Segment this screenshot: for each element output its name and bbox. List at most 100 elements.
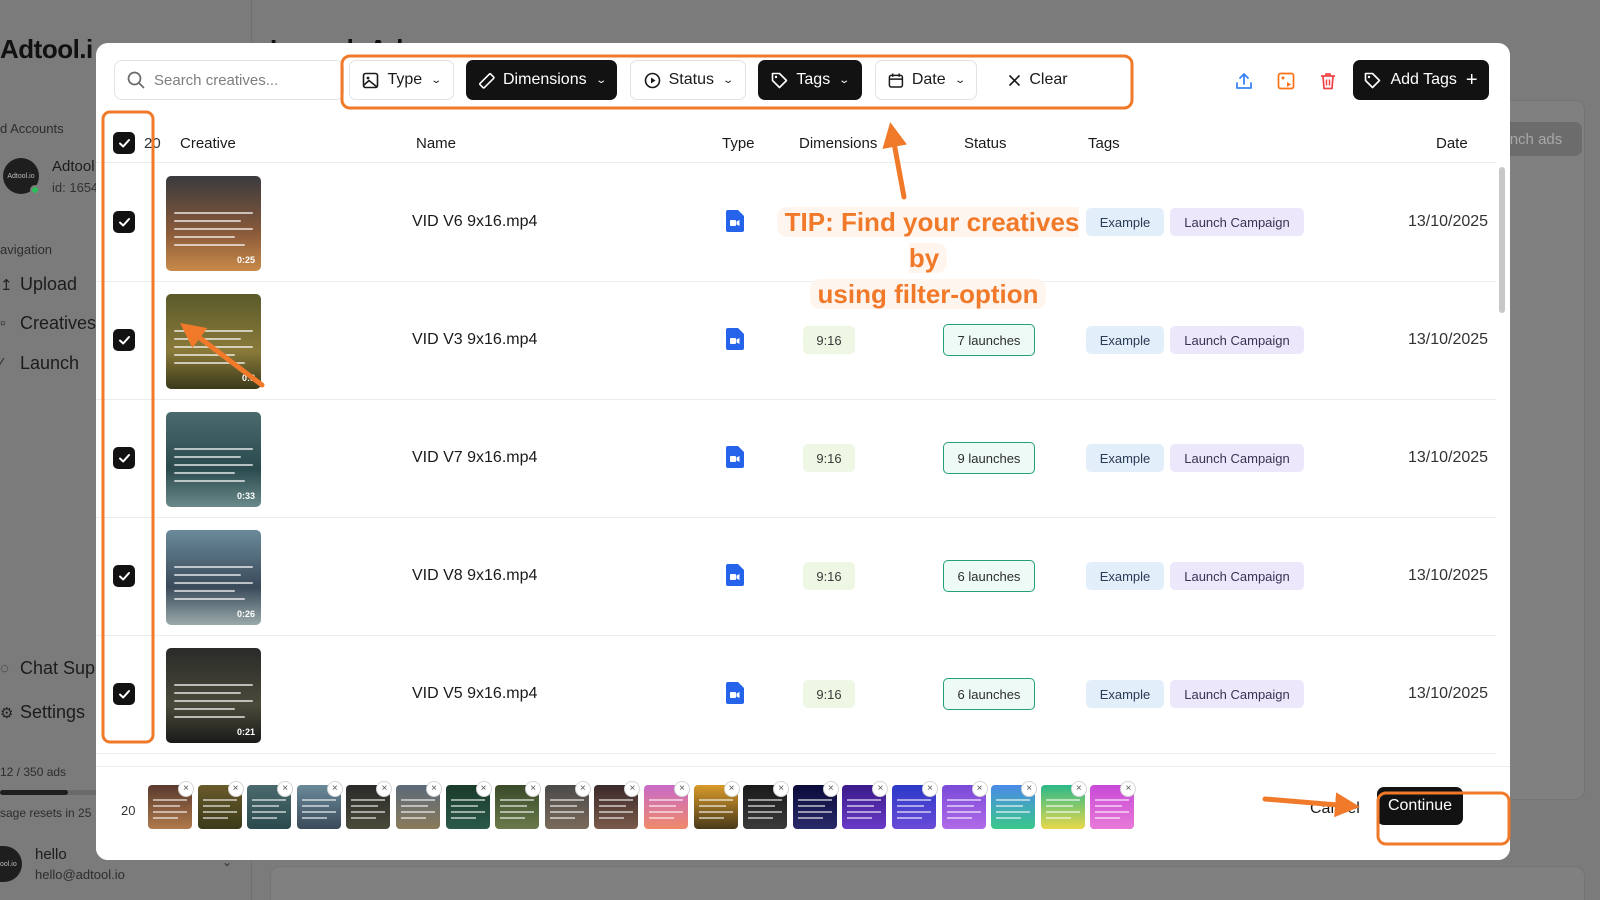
dimension-badge: 9:16 <box>803 444 855 472</box>
usage-reset-text: sage resets in 25 <box>0 806 92 820</box>
thumbnail-text-line <box>301 799 336 801</box>
filter-type-button[interactable]: Type ⌄ <box>349 60 454 100</box>
tag-badge[interactable]: Launch Campaign <box>1170 326 1304 354</box>
thumbnail-text-line <box>996 805 1024 807</box>
thumbnail-text-line <box>897 805 924 807</box>
media-icon <box>1277 72 1295 90</box>
row-checkbox[interactable] <box>113 565 135 587</box>
thumbnail-text-line <box>500 811 535 813</box>
remove-thumbnail-icon[interactable]: × <box>922 781 938 797</box>
nav-item-upload[interactable]: ↥ Upload <box>0 274 77 295</box>
add-tags-button[interactable]: Add Tags + <box>1353 60 1489 100</box>
remove-thumbnail-icon[interactable]: × <box>475 781 492 797</box>
row-checkbox[interactable] <box>113 329 135 351</box>
video-file-icon <box>726 682 744 709</box>
tag-badge[interactable]: Launch Campaign <box>1170 680 1304 708</box>
table-row[interactable]: 0:33 VID V7 9x16.mp4 9:16 9 launches Example… <box>96 400 1496 518</box>
creative-date: 13/10/2025 <box>1408 331 1489 348</box>
upload-icon <box>1236 73 1252 89</box>
creative-thumbnail[interactable]: 0:25 <box>166 176 261 271</box>
row-checkbox[interactable] <box>113 683 135 705</box>
select-all-checkbox[interactable] <box>113 132 135 154</box>
table-row[interactable]: 0:21 VID V5 9x16.mp4 9:16 6 launches Example… <box>96 636 1496 754</box>
thumbnail-text-line <box>351 805 379 807</box>
tag-badge[interactable]: Example <box>1086 326 1164 354</box>
chevron-down-icon: ⌄ <box>594 74 607 86</box>
remove-thumbnail-icon[interactable]: × <box>971 781 988 797</box>
cancel-button[interactable]: Cancel <box>1310 800 1360 818</box>
nav-item-launch[interactable]: ⁄ Launch <box>0 353 79 374</box>
tag-badge[interactable]: Example <box>1086 680 1164 708</box>
check-icon <box>118 689 130 698</box>
thumbnail-text-line <box>174 448 253 450</box>
thumbnail-text-line <box>450 817 476 819</box>
thumbnail-text-line <box>174 362 245 364</box>
creative-thumbnail[interactable]: 0:33 <box>166 412 261 507</box>
tag-badge[interactable]: Launch Campaign <box>1170 562 1304 590</box>
accounts-section-label: d Accounts <box>0 121 64 136</box>
filter-date-button[interactable]: Date ⌄ <box>875 60 977 100</box>
remove-thumbnail-icon[interactable]: × <box>178 781 194 797</box>
video-file-icon <box>726 446 744 473</box>
thumbnail-text-line <box>301 817 327 819</box>
thumbnail-text-line <box>202 799 237 801</box>
nav-item-chat-support[interactable]: ◌ Chat Supp <box>0 658 105 679</box>
scrollbar-thumb[interactable] <box>1499 167 1505 313</box>
remove-thumbnail-icon[interactable]: × <box>326 781 343 797</box>
thumbnail-text-line <box>174 692 241 694</box>
thumbnail-text-line <box>500 817 526 819</box>
thumbnail-text-line <box>1045 805 1073 807</box>
thumbnail-text-line <box>401 805 428 807</box>
thumbnail-text-line <box>500 805 528 807</box>
thumbnail-text-line <box>202 805 230 807</box>
remove-thumbnail-icon[interactable]: × <box>723 781 740 797</box>
remove-thumbnail-icon[interactable]: × <box>674 781 690 797</box>
nav-label: Creatives <box>20 313 97 333</box>
filter-dimensions-button[interactable]: Dimensions ⌄ <box>466 60 617 100</box>
status-badge: 6 launches <box>943 560 1035 592</box>
continue-button[interactable]: Continue <box>1377 787 1463 825</box>
delete-button[interactable] <box>1314 67 1342 95</box>
tag-icon <box>1365 72 1381 88</box>
tag-badge[interactable]: Example <box>1086 562 1164 590</box>
thumbnail-text-line <box>1045 817 1071 819</box>
chevron-down-icon: ⌄ <box>838 74 851 86</box>
clear-filters-button[interactable]: Clear <box>992 60 1084 100</box>
search-input[interactable] <box>154 71 324 89</box>
modal-toolbar: Type ⌄ Dimensions ⌄ Status ⌄ Tags ⌄ Date… <box>96 43 1510 123</box>
tag-badge[interactable]: Example <box>1086 444 1164 472</box>
nav-item-settings[interactable]: ⚙ Settings <box>0 702 85 723</box>
thumbnail-text-line <box>174 212 253 214</box>
tip-line-1: TIP: Find your creatives by <box>776 207 1080 273</box>
remove-thumbnail-icon[interactable]: × <box>227 781 244 797</box>
thumbnail-text-line <box>500 799 535 801</box>
remove-thumbnail-icon[interactable]: × <box>1070 781 1087 797</box>
remove-thumbnail-icon[interactable]: × <box>822 781 839 797</box>
search-box[interactable] <box>114 60 344 100</box>
filter-tags-button[interactable]: Tags ⌄ <box>758 60 862 100</box>
media-button[interactable] <box>1272 67 1300 95</box>
remove-thumbnail-icon[interactable]: × <box>426 781 442 797</box>
remove-thumbnail-icon[interactable]: × <box>574 781 591 797</box>
check-icon <box>118 138 130 147</box>
creative-thumbnail[interactable]: 0:3 <box>166 294 261 389</box>
tag-badge[interactable]: Launch Campaign <box>1170 444 1304 472</box>
table-row[interactable]: 0:26 VID V8 9x16.mp4 9:16 6 launches Example… <box>96 518 1496 636</box>
row-checkbox[interactable] <box>113 211 135 233</box>
account-name[interactable]: Adtool <box>52 158 95 175</box>
filter-status-button[interactable]: Status ⌄ <box>630 60 746 100</box>
tag-badge[interactable]: Launch Campaign <box>1170 208 1304 236</box>
upload-button[interactable] <box>1230 67 1258 95</box>
table-header: 20 Creative Name Type Dimensions Status … <box>96 123 1496 163</box>
thumbnail-text-line <box>174 708 235 710</box>
nav-item-creatives[interactable]: ▫ Creatives <box>0 313 96 334</box>
creative-thumbnail[interactable]: 0:21 <box>166 648 261 743</box>
tip-annotation: TIP: Find your creatives by using filter… <box>754 204 1102 312</box>
background-panel-lower <box>270 866 1585 900</box>
thumbnail-text-line <box>401 799 435 801</box>
user-avatar[interactable]: ool.io <box>0 846 22 882</box>
thumbnail-text-line <box>153 811 187 813</box>
thumbnail-text-line <box>202 817 228 819</box>
row-checkbox[interactable] <box>113 447 135 469</box>
creative-thumbnail[interactable]: 0:26 <box>166 530 261 625</box>
